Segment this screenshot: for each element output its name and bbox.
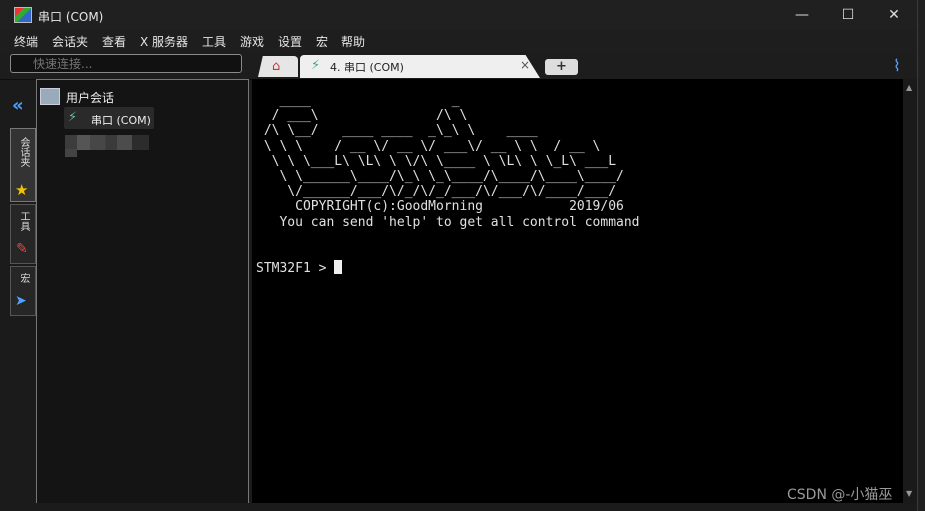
terminal-line: /\ \__/ ____ ____ _\_\ \ ____ <box>256 123 538 139</box>
menu-help[interactable]: 帮助 <box>341 33 365 50</box>
status-bar <box>0 503 917 511</box>
menu-terminal[interactable]: 终端 <box>14 33 38 50</box>
terminal-line: You can send 'help' to get all control c… <box>256 214 640 230</box>
serial-plug-icon: ⚡ <box>68 110 78 125</box>
scroll-up-icon[interactable]: ▲ <box>906 83 912 92</box>
window-title: 串口 (COM) <box>38 10 104 24</box>
tree-item-label: 串口 (COM) <box>91 114 151 127</box>
app-window: 串口 (COM) — ☐ ✕ 终端 会话夹 查看 X 服务器 工具 游戏 设置 … <box>0 0 918 511</box>
menu-games[interactable]: 游戏 <box>240 33 264 50</box>
menu-sessions[interactable]: 会话夹 <box>52 33 88 50</box>
menu-view[interactable]: 查看 <box>102 33 126 50</box>
terminal-line: COPYRIGHT(c):GoodMorning 2019/06 <box>256 199 624 215</box>
terminal-line: STM32F1 > <box>256 261 327 277</box>
tab-label: 4. 串口 (COM) <box>330 61 404 74</box>
menu-tools[interactable]: 工具 <box>202 33 226 50</box>
tab-serial-com[interactable]: ⚡ 4. 串口 (COM) × <box>300 55 540 78</box>
menu-macros[interactable]: 宏 <box>316 33 328 50</box>
tab-home[interactable]: ⌂ <box>258 56 298 77</box>
minimize-button[interactable]: — <box>779 0 825 30</box>
sidebar-vertical-tabs: « 会话夹 ★ 工具 ✎ 宏 ➤ <box>9 80 36 503</box>
terminal-line: \ \ \ / __ \/ __ \/ ___\/ __ \ \ / __ \ <box>256 138 601 154</box>
terminal-output[interactable]: ____ _ / ___\ /\ \ /\ \__/ ____ ____ _\_… <box>252 79 903 511</box>
quick-connect-input[interactable] <box>10 54 242 73</box>
tab-close-icon[interactable]: × <box>520 58 530 72</box>
vtab-sessions[interactable]: 会话夹 ★ <box>10 128 36 202</box>
vtab-macros[interactable]: 宏 ➤ <box>10 266 36 316</box>
blurred-item <box>65 135 149 150</box>
menu-settings[interactable]: 设置 <box>278 33 302 50</box>
new-tab-button[interactable]: + <box>545 59 578 75</box>
terminal-scrollbar[interactable]: ▲ ▼ <box>903 79 917 511</box>
blurred-item-small <box>65 149 77 157</box>
menu-bar: 终端 会话夹 查看 X 服务器 工具 游戏 设置 宏 帮助 <box>0 30 917 52</box>
star-icon: ★ <box>15 181 29 199</box>
vtab-tools-label: 工具 <box>18 211 29 231</box>
title-bar: 串口 (COM) — ☐ ✕ <box>0 0 917 30</box>
send-icon: ➤ <box>15 293 27 309</box>
menu-x-server[interactable]: X 服务器 <box>140 33 188 50</box>
serial-plug-icon: ⚡ <box>311 58 321 73</box>
scroll-down-icon[interactable]: ▼ <box>906 489 912 498</box>
collapse-sidebar-icon[interactable]: « <box>12 95 24 116</box>
app-logo-icon <box>14 7 32 23</box>
vtab-sessions-label: 会话夹 <box>18 137 29 167</box>
watermark: CSDN @-小猫巫 <box>787 487 893 503</box>
paperclip-icon[interactable]: ⌇ <box>893 56 901 75</box>
terminal-line: \ \______\____/\_\ \_\____/\____/\____\_… <box>256 169 624 185</box>
home-icon: ⌂ <box>272 59 281 74</box>
terminal-line: ____ _ <box>256 93 476 108</box>
session-tree-panel: 用户会话 ⚡ 串口 (COM) <box>36 79 249 504</box>
vtab-macros-label: 宏 <box>18 273 29 283</box>
close-button[interactable]: ✕ <box>871 0 917 30</box>
tools-icon: ✎ <box>16 241 28 257</box>
vtab-tools[interactable]: 工具 ✎ <box>10 204 36 264</box>
terminal-cursor <box>334 260 343 275</box>
tree-root-user-sessions[interactable]: 用户会话 <box>66 89 114 106</box>
terminal-line: / ___\ /\ \ <box>256 108 468 124</box>
user-sessions-icon <box>40 88 60 105</box>
tree-item-serial-com[interactable]: ⚡ 串口 (COM) <box>64 107 154 129</box>
terminal-line: \ \ \___L\ \L\ \ \/\ \____ \ \L\ \ \_L\ … <box>256 153 617 169</box>
toolbar: ⌂ ⚡ 4. 串口 (COM) × + ⌇ <box>0 52 917 80</box>
maximize-button[interactable]: ☐ <box>825 0 871 30</box>
terminal-line: \/______/___/\/_/\/_/___/\/___/\/____/__… <box>256 184 617 200</box>
terminal-text: ____ _ / ___\ /\ \ /\ \__/ ____ ____ _\_… <box>256 93 640 276</box>
